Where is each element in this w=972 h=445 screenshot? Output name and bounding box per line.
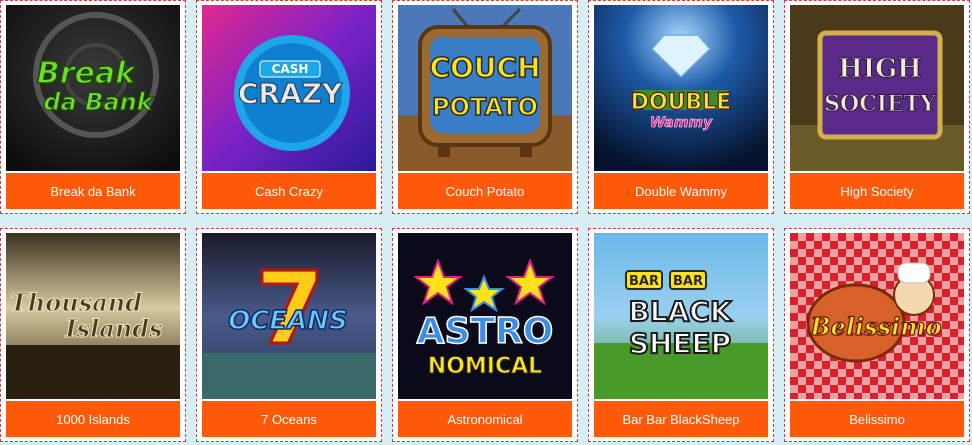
couch-potato-art: COUCH POTATO: [398, 5, 572, 171]
logo-text: COUCH: [429, 51, 540, 84]
cash-crazy-art: CASH CRAZY: [202, 5, 376, 171]
logo-text: SOCIETY: [824, 91, 936, 117]
game-grid: Break da Bank Break da Bank CASH CRAZY C…: [0, 0, 972, 445]
logo-text: POTATO: [432, 93, 538, 121]
logo-text: Break: [37, 56, 137, 91]
logo-text: BAR: [629, 274, 659, 289]
game-title[interactable]: Cash Crazy: [202, 173, 376, 209]
game-thumbnail[interactable]: HIGH SOCIETY: [790, 5, 964, 171]
logo-text: Islands: [64, 314, 163, 343]
logo-text: Wammy: [650, 115, 713, 131]
belissimo-art: Belissimo: [790, 233, 964, 399]
game-tile-double-wammy[interactable]: DOUBLE Wammy Double Wammy: [588, 0, 774, 214]
game-tile-couch-potato[interactable]: COUCH POTATO Couch Potato: [392, 0, 578, 214]
game-tile-astronomical[interactable]: ASTRO NOMICAL Astronomical: [392, 228, 578, 442]
7-oceans-art: 7 OCEANS: [202, 233, 376, 399]
game-title[interactable]: High Society: [790, 173, 964, 209]
game-thumbnail[interactable]: BAR BAR BLACK SHEEP: [594, 233, 768, 399]
game-tile-7-oceans[interactable]: 7 OCEANS 7 Oceans: [196, 228, 382, 442]
game-thumbnail[interactable]: Thousand Islands: [6, 233, 180, 399]
astronomical-art: ASTRO NOMICAL: [398, 233, 572, 399]
game-tile-bar-bar-blacksheep[interactable]: BAR BAR BLACK SHEEP Bar Bar BlackSheep: [588, 228, 774, 442]
game-tile-1000-islands[interactable]: Thousand Islands 1000 Islands: [0, 228, 186, 442]
break-da-bank-art: Break da Bank: [6, 5, 180, 171]
game-thumbnail[interactable]: Belissimo: [790, 233, 964, 399]
game-thumbnail[interactable]: 7 OCEANS: [202, 233, 376, 399]
game-thumbnail[interactable]: Break da Bank: [6, 5, 180, 171]
game-title[interactable]: Belissimo: [790, 401, 964, 437]
logo-text: HIGH: [838, 54, 922, 84]
game-thumbnail[interactable]: COUCH POTATO: [398, 5, 572, 171]
game-thumbnail[interactable]: CASH CRAZY: [202, 5, 376, 171]
double-wammy-art: DOUBLE Wammy: [594, 5, 768, 171]
game-tile-cash-crazy[interactable]: CASH CRAZY Cash Crazy: [196, 0, 382, 214]
high-society-art: HIGH SOCIETY: [790, 5, 964, 171]
logo-text: ASTRO: [417, 311, 554, 352]
logo-text: Belissimo: [809, 312, 941, 341]
logo-text: SHEEP: [629, 327, 731, 360]
game-title[interactable]: Bar Bar BlackSheep: [594, 401, 768, 437]
game-title[interactable]: 7 Oceans: [202, 401, 376, 437]
logo-text: NOMICAL: [428, 354, 542, 379]
logo-text: da Bank: [43, 88, 154, 116]
game-title[interactable]: Double Wammy: [594, 173, 768, 209]
logo-text: OCEANS: [228, 306, 348, 336]
game-title[interactable]: Break da Bank: [6, 173, 180, 209]
logo-text: BAR: [673, 274, 703, 289]
logo-text: Thousand: [10, 288, 142, 317]
game-title[interactable]: Astronomical: [398, 401, 572, 437]
game-title[interactable]: Couch Potato: [398, 173, 572, 209]
game-title[interactable]: 1000 Islands: [6, 401, 180, 437]
logo-text: BLACK: [628, 295, 732, 328]
logo-text: CASH: [272, 62, 309, 76]
game-tile-belissimo[interactable]: Belissimo Belissimo: [784, 228, 970, 442]
game-thumbnail[interactable]: ASTRO NOMICAL: [398, 233, 572, 399]
logo-text: CRAZY: [238, 77, 343, 110]
game-tile-high-society[interactable]: HIGH SOCIETY High Society: [784, 0, 970, 214]
bar-bar-blacksheep-art: BAR BAR BLACK SHEEP: [594, 233, 768, 399]
logo-text: DOUBLE: [631, 90, 732, 115]
game-thumbnail[interactable]: DOUBLE Wammy: [594, 5, 768, 171]
thousand-islands-art: Thousand Islands: [6, 233, 180, 399]
game-tile-break-da-bank[interactable]: Break da Bank Break da Bank: [0, 0, 186, 214]
